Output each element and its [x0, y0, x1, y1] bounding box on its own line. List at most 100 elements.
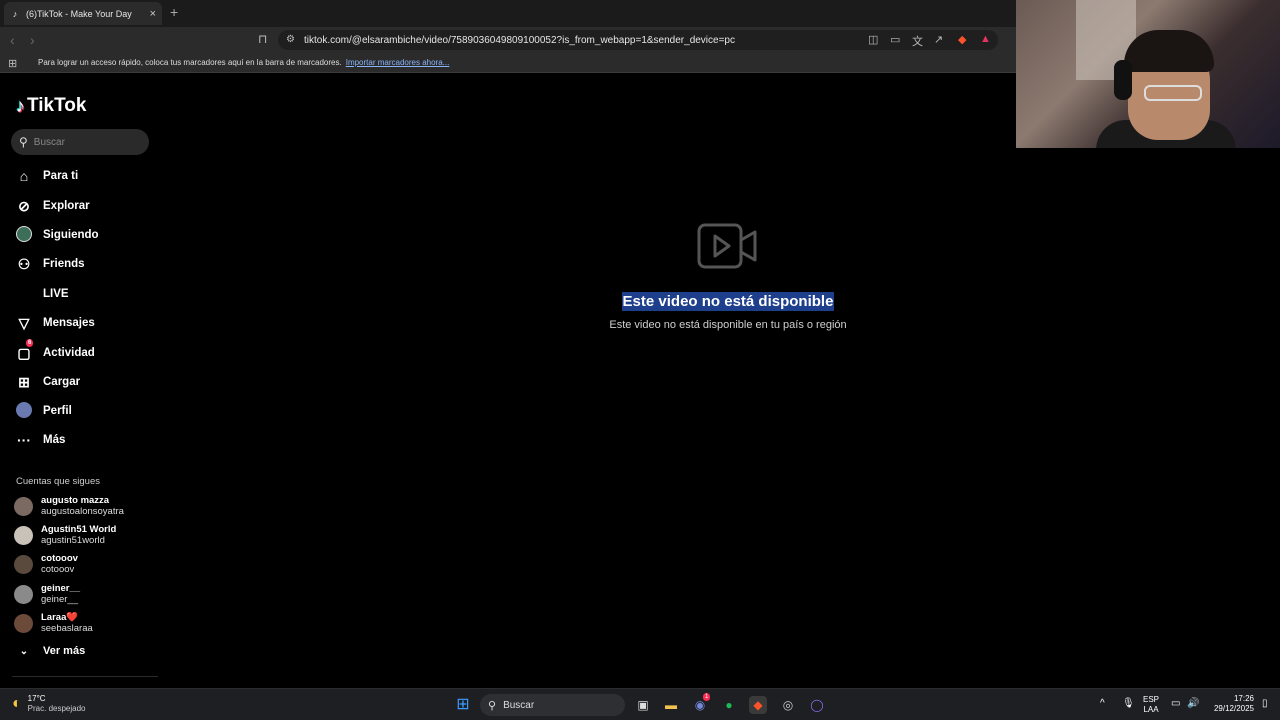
- person-hair: [1124, 30, 1214, 72]
- site-info-icon[interactable]: ⚙: [286, 34, 295, 45]
- nav-item-siguiendo[interactable]: Siguiendo: [16, 225, 99, 245]
- task-view-icon[interactable]: ▣: [634, 696, 652, 714]
- nav-item-friends[interactable]: ⚇ Friends: [16, 254, 85, 274]
- nav-item-actividad[interactable]: ▢ 6 Actividad: [16, 338, 95, 363]
- logo-text: TikTok: [27, 95, 87, 116]
- compass-icon: ⊘: [18, 197, 30, 214]
- following-section-title: Cuentas que sigues: [16, 476, 100, 487]
- following-account[interactable]: Agustin51 World agustin51world: [14, 522, 116, 548]
- sidebar-divider: [12, 676, 158, 677]
- more-icon: ···: [17, 432, 31, 448]
- following-account[interactable]: cotooov cotooov: [14, 551, 78, 577]
- app-icon[interactable]: ◎: [779, 696, 797, 714]
- avatar: [14, 554, 33, 574]
- no-sound-icon[interactable]: ◫: [868, 33, 878, 46]
- bookmarks-bar: ⊞ Para lograr un acceso rápido, coloca t…: [0, 53, 1016, 73]
- see-more-label: Ver más: [43, 645, 86, 657]
- nav-label: Siguiendo: [43, 229, 99, 241]
- search-input[interactable]: ⚲ Buscar: [11, 129, 149, 155]
- following-account[interactable]: geiner__ geiner__: [14, 581, 80, 607]
- windows-taskbar: ◐ 17°C Prac. despejado ⊞ ⚲ Buscar ▣ ▬ ◉ 1…: [0, 688, 1280, 720]
- language-indicator[interactable]: ESP LAA: [1143, 695, 1159, 715]
- cortana-icon[interactable]: ◯: [808, 696, 826, 714]
- brave-shield-icon[interactable]: ◆: [958, 33, 966, 46]
- tiktok-logo[interactable]: ♪ TikTok: [16, 95, 86, 117]
- webcam-overlay: [1016, 0, 1280, 148]
- nav-label: Para ti: [43, 170, 79, 182]
- following-avatar-icon: [16, 225, 32, 245]
- cast-icon[interactable]: ▭: [890, 33, 900, 46]
- search-icon: ⚲: [19, 135, 28, 149]
- glasses: [1144, 85, 1202, 101]
- account-name: cotooov: [41, 553, 78, 564]
- avatar: [14, 496, 33, 516]
- headset: [1114, 60, 1132, 100]
- activity-icon: ▢ 6: [17, 338, 34, 361]
- weather-temp: 17°C: [27, 694, 46, 703]
- account-name: Laraa❤️: [41, 612, 79, 623]
- windows-start-icon[interactable]: ⊞: [454, 696, 472, 714]
- chevron-down-icon: ⌄: [19, 645, 29, 657]
- nav-item-para-ti[interactable]: ⌂ Para ti: [16, 166, 78, 186]
- weather-desc: Prac. despejado: [27, 704, 86, 713]
- nav-item-mas[interactable]: ··· Más: [16, 430, 65, 450]
- discord-badge: 1: [703, 693, 711, 701]
- nav-label: Perfil: [43, 405, 72, 417]
- home-icon: ⌂: [19, 168, 29, 184]
- bookmark-icon[interactable]: ⊓: [258, 32, 267, 46]
- profile-avatar-icon: [16, 401, 32, 421]
- weather-icon: ◐: [12, 695, 22, 712]
- unavailable-title-text: Este video no está disponible: [621, 292, 835, 311]
- unavailable-title: Este video no está disponible: [0, 292, 1280, 311]
- network-icon[interactable]: ▭: [1171, 699, 1180, 709]
- account-handle: augustoalonsoyatra: [41, 506, 124, 517]
- tab-close-icon[interactable]: ×: [150, 8, 156, 20]
- see-more-button[interactable]: ⌄ Ver más: [16, 645, 85, 657]
- search-placeholder: Buscar: [33, 136, 65, 148]
- import-bookmarks-link[interactable]: Importar marcadores ahora...: [346, 58, 450, 67]
- translate-icon[interactable]: 文: [912, 33, 923, 49]
- nav-label: Cargar: [43, 376, 81, 388]
- activity-badge: 6: [26, 338, 34, 347]
- browser-toolbar: ‹ › ⊓ ⚙ tiktok.com/@elsarambiche/video/7…: [0, 27, 1016, 53]
- avatar: [14, 584, 33, 604]
- weather-widget[interactable]: ◐ 17°C Prac. despejado: [12, 694, 86, 714]
- nav-label: Explorar: [43, 200, 90, 212]
- browser-tab-bar: ♪ (6)TikTok - Make Your Day × +: [0, 0, 1016, 27]
- account-handle: geiner__: [41, 594, 78, 605]
- nav-label: Actividad: [43, 347, 95, 359]
- brave-rewards-icon[interactable]: ▲: [980, 33, 991, 45]
- nav-label: Más: [43, 434, 66, 446]
- nav-item-perfil[interactable]: Perfil: [16, 401, 72, 421]
- account-name: geiner__: [41, 583, 81, 594]
- avatar: [14, 613, 33, 633]
- nav-item-explorar[interactable]: ⊘ Explorar: [16, 196, 90, 216]
- share-icon[interactable]: ↗: [934, 33, 943, 46]
- tray-chevron-icon[interactable]: ^: [1100, 699, 1105, 709]
- lang-top: ESP: [1143, 695, 1160, 704]
- nav-item-cargar[interactable]: ⊞ Cargar: [16, 372, 80, 392]
- notification-icon[interactable]: ▯: [1262, 699, 1268, 709]
- url-text: tiktok.com/@elsarambiche/video/758903604…: [304, 34, 735, 46]
- account-handle: cotooov: [41, 564, 75, 575]
- microphone-icon[interactable]: 🎙: [1122, 699, 1135, 709]
- discord-icon[interactable]: ◉ 1: [691, 693, 711, 714]
- spotify-icon[interactable]: ●: [720, 696, 738, 714]
- clock[interactable]: 17:26 29/12/2025: [1204, 694, 1254, 714]
- forward-icon[interactable]: ›: [30, 32, 35, 48]
- taskbar-search[interactable]: ⚲ Buscar: [480, 694, 625, 716]
- apps-grid-icon[interactable]: ⊞: [8, 57, 17, 70]
- account-name: Agustin51 World: [41, 524, 117, 535]
- account-name: augusto mazza: [41, 495, 110, 506]
- back-icon[interactable]: ‹: [10, 32, 15, 48]
- brave-browser-icon[interactable]: ◆: [749, 696, 767, 714]
- file-explorer-icon[interactable]: ▬: [662, 696, 680, 714]
- volume-icon[interactable]: 🔊: [1187, 699, 1199, 709]
- following-account[interactable]: Laraa❤️ seebaslaraa: [14, 610, 93, 636]
- new-tab-button[interactable]: +: [170, 4, 178, 20]
- browser-tab[interactable]: ♪ (6)TikTok - Make Your Day ×: [4, 2, 162, 25]
- nav-label: Friends: [43, 258, 85, 270]
- clock-time: 17:26: [1233, 694, 1254, 703]
- account-handle: agustin51world: [41, 535, 105, 546]
- following-account[interactable]: augusto mazza augustoalonsoyatra: [14, 493, 124, 519]
